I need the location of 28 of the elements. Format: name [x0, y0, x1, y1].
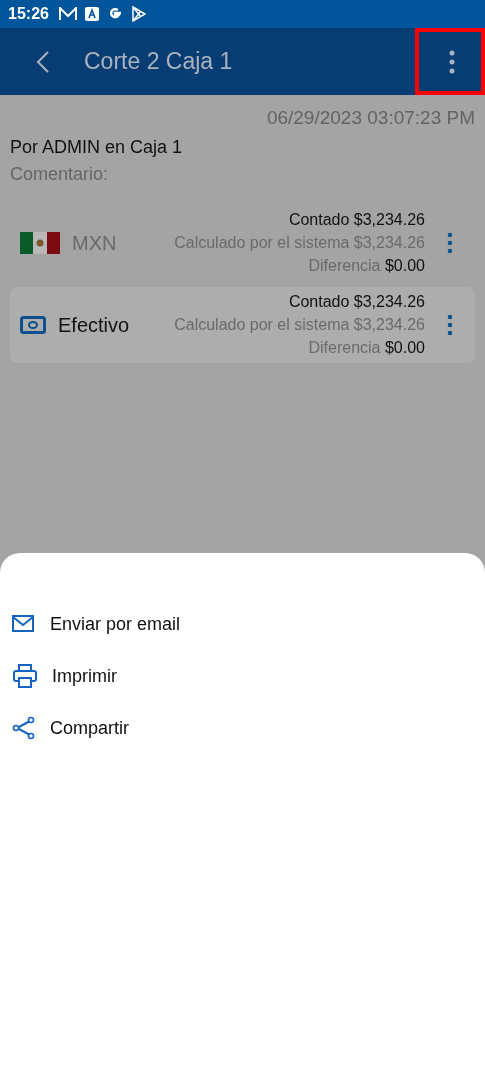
more-icon[interactable]	[447, 314, 453, 336]
screen-title: Corte 2 Caja 1	[84, 48, 234, 75]
menu-item[interactable]: Enviar por email	[50, 613, 181, 635]
comment-label: Comentario:	[10, 164, 110, 185]
cash-icon	[20, 316, 46, 334]
counted-amount: Contado $3,234.26	[288, 293, 425, 311]
share-icon	[12, 716, 36, 740]
email-icon	[12, 615, 36, 633]
mail-icon	[58, 7, 77, 21]
difference-amount: Diferencia $0.00	[308, 339, 425, 357]
printer-icon	[12, 663, 38, 689]
counted-amount: Contado $3,234.26	[288, 211, 425, 229]
calculated-amount: Calculado por el sistema $3,234.26	[174, 316, 425, 334]
highlight-frame	[415, 28, 485, 95]
payment-label: Efectivo	[58, 313, 131, 337]
payment-label: MXN	[72, 231, 118, 255]
row-card[interactable]: Efectivo Contado $3,234.26 Calculado por el sistema $3,234.26 Diferencia $0.00	[10, 287, 475, 363]
timestamp: 06/29/2023 03:07:23 PM	[266, 107, 475, 129]
app-icon	[84, 7, 99, 21]
menu-item[interactable]: Compartir	[50, 717, 129, 739]
difference-amount: Diferencia $0.00	[308, 257, 425, 275]
more-icon[interactable]	[447, 232, 453, 254]
flag-icon	[20, 232, 60, 254]
status-time: 15:26	[8, 5, 49, 23]
play-icon	[130, 6, 146, 22]
calculated-amount: Calculado por el sistema $3,234.26	[174, 234, 425, 252]
menu-item[interactable]: Imprimir	[52, 665, 117, 687]
author-text: Por ADMIN en Caja 1	[10, 137, 184, 158]
